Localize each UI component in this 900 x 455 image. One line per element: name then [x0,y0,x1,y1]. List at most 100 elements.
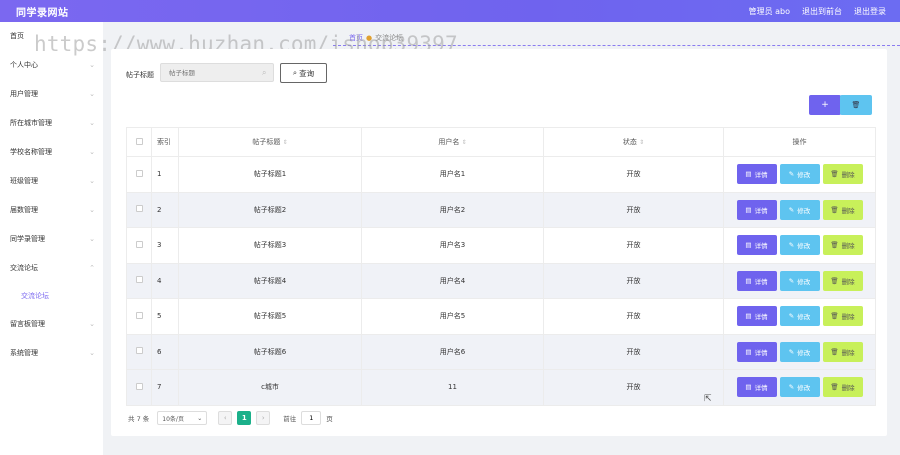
logout-link[interactable]: 退出登录 [854,6,886,17]
sort-icon: ⇕ [639,139,645,146]
delete-button[interactable]: 🗑 删除 [822,235,863,256]
page-number-button[interactable]: 1 [237,411,252,425]
trash-icon: 🗑 [830,312,839,321]
row-select-cell[interactable] [126,298,152,335]
pencil-icon: ✎ [788,347,795,356]
sidebar-subitem-forum[interactable]: 交流论坛 [0,283,103,310]
chevron-left-icon: ‹ [223,414,227,422]
batch-delete-button[interactable]: 🗑 [840,95,872,115]
sidebar-item-school[interactable]: 学校名称管理 ⌄ [0,138,103,167]
row-select-cell[interactable] [126,262,152,299]
header-username-label: 用户名 [438,138,460,146]
top-right-links: 管理员 abo 退出到前台 退出登录 [749,6,886,17]
table-row: 5 帖子标题5 用户名5 开放 ▤ 详情 ✎ 修改 🗑 删除 [126,298,876,335]
cell-index: 2 [151,191,179,228]
pencil-icon: ✎ [788,170,795,179]
detail-button[interactable]: ▤ 详情 [736,199,777,220]
delete-button[interactable]: 🗑 删除 [822,164,863,185]
checkbox[interactable] [135,276,143,284]
row-select-cell[interactable] [126,333,152,370]
goto-page-input[interactable] [301,411,322,425]
trash-icon: 🗑 [830,347,839,356]
sidebar-item-classmates[interactable]: 同学录管理 ⌄ [0,225,103,254]
edit-button[interactable]: ✎ 修改 [779,341,820,362]
delete-button[interactable]: 🗑 删除 [822,270,863,291]
detail-button[interactable]: ▤ 详情 [736,270,777,291]
detail-button[interactable]: ▤ 详情 [736,341,777,362]
add-button[interactable]: + [809,95,841,115]
detail-button[interactable]: ▤ 详情 [736,377,777,398]
checkbox[interactable] [135,347,143,355]
data-table: 索引 帖子标题 ⇕ 用户名 ⇕ 状态 ⇕ 操作 1 帖子标题1 用户名1 开放 … [126,127,876,406]
cell-username: 用户名6 [361,333,544,370]
trash-icon: 🗑 [830,276,839,285]
edit-button[interactable]: ✎ 修改 [779,306,820,327]
search-input[interactable] [160,63,274,82]
cell-title: 帖子标题3 [178,227,362,264]
delete-button[interactable]: 🗑 删除 [822,377,863,398]
row-select-cell[interactable] [126,369,152,406]
search-icon: ⌕ [262,68,267,77]
top-navbar: 同学录网站 管理员 abo 退出到前台 退出登录 [0,0,900,22]
sidebar-item-label: 学校名称管理 [10,148,52,156]
sidebar-item-city[interactable]: 所在城市管理 ⌄ [0,109,103,138]
row-select-cell[interactable] [126,227,152,264]
delete-button[interactable]: 🗑 删除 [822,199,863,220]
sidebar-item-system[interactable]: 系统管理 ⌄ [0,339,103,368]
delete-button[interactable]: 🗑 删除 [822,306,863,327]
row-select-cell[interactable] [126,191,152,228]
chevron-down-icon: ⌄ [89,349,95,357]
table-row: 2 帖子标题2 用户名2 开放 ▤ 详情 ✎ 修改 🗑 删除 [126,191,876,228]
table-row: 7 c城市 11 开放 ▤ 详情 ✎ 修改 🗑 删除 [126,369,876,406]
cell-status: 开放 [543,298,724,335]
header-title[interactable]: 帖子标题 ⇕ [178,127,362,157]
edit-button[interactable]: ✎ 修改 [779,199,820,220]
detail-button-label: 详情 [754,171,768,180]
sidebar-item-session[interactable]: 届数管理 ⌄ [0,196,103,225]
chevron-down-icon: ⌄ [89,148,95,156]
header-username[interactable]: 用户名 ⇕ [361,127,544,157]
delete-button-label: 删除 [841,313,855,322]
select-all-cell[interactable] [126,127,152,157]
checkbox[interactable] [135,169,143,177]
cell-actions: ▤ 详情 ✎ 修改 🗑 删除 [723,191,876,228]
detail-button-label: 详情 [754,277,768,286]
edit-button[interactable]: ✎ 修改 [779,270,820,291]
delete-button-label: 删除 [841,277,855,286]
edit-button[interactable]: ✎ 修改 [779,377,820,398]
row-select-cell[interactable] [126,156,152,193]
back-to-console-link[interactable]: 退出到前台 [802,6,842,17]
checkbox[interactable] [135,137,143,145]
detail-button[interactable]: ▤ 详情 [736,306,777,327]
cell-status: 开放 [543,333,724,370]
edit-button[interactable]: ✎ 修改 [779,235,820,256]
query-button[interactable]: ⌕ 查询 [280,63,327,83]
sidebar-item-forum[interactable]: 交流论坛 ⌃ [0,254,103,283]
checkbox[interactable] [135,311,143,319]
sidebar-item-class[interactable]: 班级管理 ⌄ [0,167,103,196]
checkbox[interactable] [135,240,143,248]
admin-label: 管理员 abo [748,6,790,16]
sidebar-item-label: 届数管理 [10,206,38,214]
edit-button[interactable]: ✎ 修改 [779,164,820,185]
delete-button[interactable]: 🗑 删除 [822,341,863,362]
table-row: 1 帖子标题1 用户名1 开放 ▤ 详情 ✎ 修改 🗑 删除 [126,156,876,193]
sidebar-item-label: 班级管理 [10,177,38,185]
edit-button-label: 修改 [797,206,811,215]
sidebar-item-label: 留言板管理 [10,320,45,328]
chevron-down-icon: ⌄ [197,414,203,422]
checkbox[interactable] [135,205,143,213]
sidebar-item-message-board[interactable]: 留言板管理 ⌄ [0,310,103,339]
table-row: 4 帖子标题4 用户名4 开放 ▤ 详情 ✎ 修改 🗑 删除 [126,262,876,299]
detail-button[interactable]: ▤ 详情 [736,235,777,256]
cell-username: 用户名1 [361,156,544,193]
page-size-select[interactable]: 10条/页 ⌄ [157,411,208,425]
header-status[interactable]: 状态 ⇕ [543,127,724,157]
sidebar-item-users[interactable]: 用户管理 ⌄ [0,80,103,109]
detail-button[interactable]: ▤ 详情 [736,164,777,185]
prev-page-button[interactable]: ‹ [218,411,233,425]
sidebar-item-label: 同学录管理 [10,235,45,243]
table-row: 3 帖子标题3 用户名3 开放 ▤ 详情 ✎ 修改 🗑 删除 [126,227,876,264]
checkbox[interactable] [135,382,143,390]
next-page-button[interactable]: › [256,411,271,425]
